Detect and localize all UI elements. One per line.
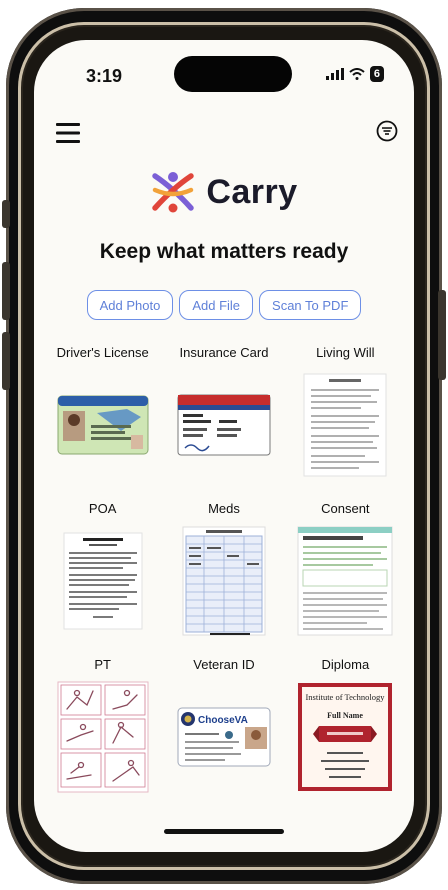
drivers-license-thumbnail (57, 395, 149, 455)
menu-icon[interactable] (56, 122, 80, 144)
add-photo-button[interactable]: Add Photo (86, 290, 174, 320)
meds-thumbnail (182, 526, 266, 636)
action-side-button (2, 200, 10, 228)
volume-up-side-button (2, 262, 10, 320)
document-label: Veteran ID (193, 657, 255, 672)
brand-header: Carry (34, 170, 414, 214)
app-screen: 3:19 6 Carry Keep what matters ready Add… (34, 40, 414, 852)
document-label: POA (88, 501, 117, 516)
action-bar: Add Photo Add File Scan To PDF (34, 290, 414, 320)
document-card-poa[interactable]: POA (42, 496, 163, 640)
document-label: Living Will (316, 345, 375, 360)
document-card-consent[interactable]: Consent (285, 496, 406, 640)
document-card-living-will[interactable]: Living Will (285, 340, 406, 484)
diploma-institution-text: Institute of Technology (306, 692, 386, 702)
document-label: Meds (208, 501, 240, 516)
dynamic-island (174, 56, 292, 92)
signal-icon (325, 68, 344, 80)
filter-icon[interactable] (376, 120, 398, 142)
poa-thumbnail (63, 532, 143, 630)
document-grid: Driver's License Insurance Card Living W… (42, 340, 406, 796)
document-label: Diploma (321, 657, 370, 672)
document-label: Consent (321, 501, 370, 516)
volume-down-side-button (2, 332, 10, 390)
carry-logo-icon (152, 172, 195, 213)
wifi-icon (349, 68, 365, 80)
brand-name: Carry (206, 172, 298, 211)
document-label: Driver's License (56, 345, 149, 360)
add-file-button[interactable]: Add File (179, 290, 254, 320)
battery-icon: 6 (369, 66, 384, 82)
document-card-pt[interactable]: PT (42, 652, 163, 796)
document-card-veteran-id[interactable]: Veteran ID ChooseVA (163, 652, 284, 796)
document-card-meds[interactable]: Meds (163, 496, 284, 640)
pt-thumbnail (57, 681, 149, 793)
consent-thumbnail (297, 526, 393, 636)
status-time: 3:19 (86, 66, 123, 86)
document-card-insurance-card[interactable]: Insurance Card (163, 340, 284, 484)
document-card-diploma[interactable]: Diploma Institute of Technology Full Nam… (285, 652, 406, 796)
document-label: PT (94, 657, 111, 672)
diploma-name-text: Full Name (327, 711, 363, 720)
scan-to-pdf-button[interactable]: Scan To PDF (259, 290, 362, 320)
power-side-button (438, 290, 446, 380)
status-icons: 6 (325, 66, 384, 82)
diploma-thumbnail: Institute of Technology Full Name (298, 683, 393, 791)
veteran-id-brand-text: ChooseVA (198, 715, 248, 726)
page-title: Keep what matters ready (99, 240, 349, 263)
insurance-card-thumbnail (177, 394, 271, 456)
document-label: Insurance Card (179, 345, 269, 360)
document-card-drivers-license[interactable]: Driver's License (42, 340, 163, 484)
veteran-id-thumbnail: ChooseVA (177, 707, 271, 767)
home-indicator[interactable] (164, 829, 284, 834)
living-will-thumbnail (303, 373, 387, 477)
